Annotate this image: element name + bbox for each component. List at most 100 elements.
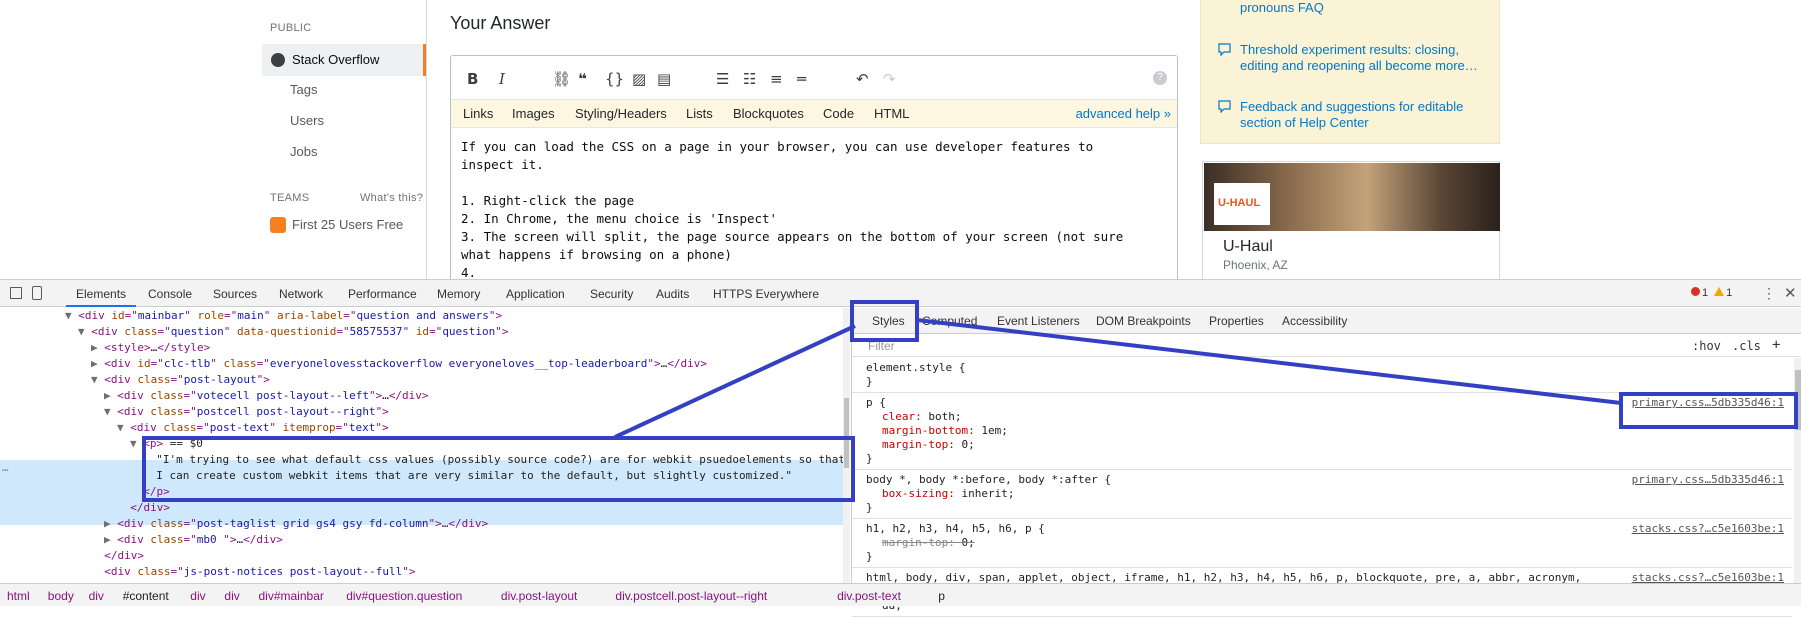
link-icon[interactable]: ⛓ [552,70,571,88]
expand-triangle-icon[interactable]: ▶ [91,357,104,370]
tab-event-listeners[interactable]: Event Listeners [997,314,1080,328]
expand-triangle-icon[interactable]: ▶ [104,533,117,546]
dom-node-line[interactable]: ▶ <div class="votecell post-layout--left… [0,388,850,404]
help-icon[interactable]: ? [1153,71,1167,85]
nav-tags[interactable]: Tags [290,82,317,97]
inspect-element-icon[interactable] [10,287,22,299]
close-icon[interactable]: ✕ [1784,284,1797,302]
dom-node-line[interactable]: </div> [0,548,850,564]
tab-computed[interactable]: Computed [922,314,977,328]
dom-node-line[interactable]: ▼ <div id="mainbar" role="main" aria-lab… [0,308,850,324]
expand-triangle-icon[interactable]: ▼ [104,405,117,418]
dom-node-line[interactable]: ▼ <p> == $0 [0,436,850,452]
css-rule[interactable]: h1, h2, h3, h4, h5, h6, p {margin-top: 0… [852,519,1792,568]
css-rule[interactable]: body *, body *:before, body *:after {box… [852,470,1792,519]
error-warning-counter[interactable]: 11 [1691,287,1732,299]
heading-icon[interactable]: ≡ [770,70,783,88]
css-declaration[interactable]: margin-top: 0; [866,536,1778,550]
tab-audits[interactable]: Audits [656,287,689,301]
css-selector[interactable]: element.style { [866,361,1778,375]
nav-users[interactable]: Users [290,113,324,128]
css-declaration[interactable]: clear: both; [866,410,1778,424]
expand-triangle-icon[interactable]: ▼ [117,421,130,434]
dom-tree[interactable]: … ▼ <div id="mainbar" role="main" aria-la… [0,308,850,583]
breadcrumb-item[interactable]: p [938,589,945,603]
css-source-link[interactable]: stacks.css?…c5e1603be:1 [1632,522,1784,536]
bold-icon[interactable]: B [467,70,478,88]
dom-node-line[interactable]: </p> [0,484,850,500]
css-rule[interactable]: element.style {} [852,358,1792,393]
breadcrumb-item[interactable]: body [48,589,74,603]
help-tab-html[interactable]: HTML [874,106,909,121]
advanced-help-link[interactable]: advanced help » [1076,106,1171,121]
cls-toggle[interactable]: .cls [1732,339,1761,353]
css-source-link[interactable]: primary.css…5db335d46:1 [1632,396,1784,410]
help-tab-links[interactable]: Links [463,106,493,121]
tab-styles[interactable]: Styles [872,314,905,328]
new-rule-button[interactable]: + [1772,337,1780,353]
tab-dom-breakpoints[interactable]: DOM Breakpoints [1096,314,1191,328]
nav-stack-overflow[interactable]: Stack Overflow [262,44,426,76]
css-declaration[interactable]: margin-bottom: 1em; [866,424,1778,438]
css-source-link[interactable]: primary.css…5db335d46:1 [1632,473,1784,487]
tab-security[interactable]: Security [590,287,633,301]
breadcrumb-item[interactable]: div [89,589,104,603]
unordered-list-icon[interactable]: ☷ [743,70,756,88]
css-rule[interactable]: p {clear: both; margin-bottom: 1em; margin… [852,393,1792,470]
ordered-list-icon[interactable]: ☰ [716,70,729,88]
help-tab-lists[interactable]: Lists [686,106,713,121]
dom-node-line[interactable]: ▶ <div class="post-taglist grid gs4 gsy … [0,516,850,532]
tab-application[interactable]: Application [506,287,565,301]
tab-https-everywhere[interactable]: HTTPS Everywhere [713,287,819,301]
dom-scrollbar-thumb[interactable] [844,398,849,468]
breadcrumb-item[interactable]: div.postcell.post-layout--right [615,589,767,603]
code-icon[interactable]: {} [605,70,624,88]
tab-network[interactable]: Network [279,287,323,301]
dom-node-line[interactable]: ▼ <div class="post-layout"> [0,372,850,388]
dom-node-line[interactable]: I can create custom webkit items that ar… [0,468,850,484]
dom-node-line[interactable]: ▼ <div class="postcell post-layout--righ… [0,404,850,420]
dom-node-line[interactable]: ▶ <style>…</style> [0,340,850,356]
dom-node-line[interactable]: "I'm trying to see what default css valu… [0,452,850,468]
help-tab-code[interactable]: Code [823,106,854,121]
breadcrumb-item[interactable]: div [190,589,205,603]
css-declaration[interactable]: margin-top: 0; [866,438,1778,452]
expand-triangle-icon[interactable]: ▶ [104,389,117,402]
expand-triangle-icon[interactable]: ▶ [91,341,104,354]
expand-triangle-icon[interactable]: ▶ [104,517,117,530]
breadcrumb-item[interactable]: div#mainbar [259,589,324,603]
expand-triangle-icon[interactable]: ▼ [91,373,104,386]
hov-toggle[interactable]: :hov [1692,339,1721,353]
breadcrumb-item[interactable]: div#question.question [346,589,462,603]
filter-input[interactable]: Filter [868,339,895,353]
styles-filter[interactable]: Filter :hov .cls + [852,335,1801,357]
breadcrumb-item[interactable]: html [7,589,30,603]
answer-textarea[interactable]: If you can load the CSS on a page in you… [461,138,1161,279]
nav-jobs[interactable]: Jobs [290,144,317,159]
breadcrumb-item[interactable]: div [224,589,239,603]
tab-performance[interactable]: Performance [348,287,417,301]
tab-console[interactable]: Console [148,287,192,301]
breadcrumb-item[interactable]: div.post-layout [501,589,577,603]
quote-icon[interactable]: ❝ [578,70,587,88]
help-tab-blockquotes[interactable]: Blockquotes [733,106,804,121]
whats-this-link[interactable]: What's this? [360,192,423,204]
italic-icon[interactable]: I [499,70,505,88]
expand-triangle-icon[interactable]: ▼ [78,325,91,338]
dom-node-line[interactable]: ▼ <div class="post-text" itemprop="text"… [0,420,850,436]
meta-link-feedback[interactable]: Feedback and suggestions for editable se… [1240,99,1485,131]
image-icon[interactable]: ▨ [632,70,646,88]
tab-elements[interactable]: Elements [66,280,137,307]
uhaul-ad[interactable]: U-HAUL U-Haul Phoenix, AZ [1202,161,1500,279]
redo-icon[interactable]: ↷ [883,70,896,88]
css-declaration[interactable]: box-sizing: inherit; [866,487,1778,501]
breadcrumb-item[interactable]: #content [123,589,169,603]
hr-icon[interactable]: ═ [797,70,806,88]
first-25-users-link[interactable]: First 25 Users Free [292,217,403,232]
breadcrumb-item[interactable]: div.post-text [837,589,901,603]
tab-properties[interactable]: Properties [1209,314,1264,328]
tab-memory[interactable]: Memory [437,287,480,301]
styles-scrollbar-thumb[interactable] [1795,370,1801,430]
help-tab-images[interactable]: Images [512,106,555,121]
undo-icon[interactable]: ↶ [856,70,869,88]
